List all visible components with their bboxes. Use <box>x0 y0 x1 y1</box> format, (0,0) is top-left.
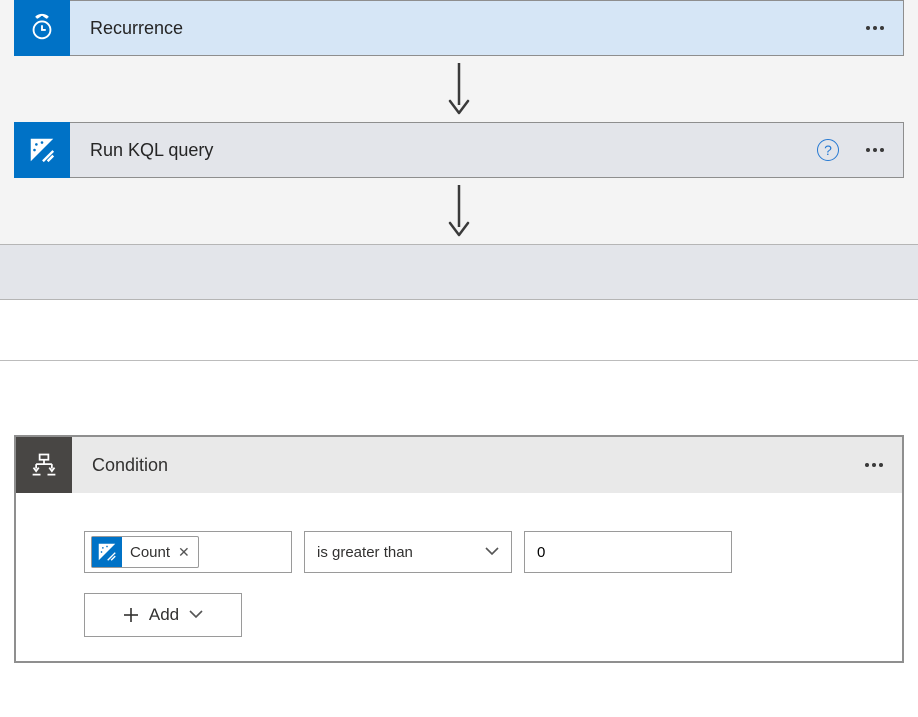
operator-value: is greater than <box>317 544 413 561</box>
step-title: Run KQL query <box>70 140 213 161</box>
azure-data-explorer-icon <box>14 122 70 178</box>
condition-card: Condition <box>14 435 904 663</box>
add-condition-button[interactable]: Add <box>84 593 242 637</box>
section-divider <box>0 360 918 361</box>
remove-token-button[interactable]: ✕ <box>178 544 190 561</box>
more-button[interactable] <box>861 14 889 42</box>
add-label: Add <box>149 605 179 625</box>
condition-title: Condition <box>72 455 168 476</box>
condition-header[interactable]: Condition <box>16 437 902 493</box>
more-button[interactable] <box>861 136 889 164</box>
plus-icon <box>123 607 139 623</box>
step-recurrence[interactable]: Recurrence <box>14 0 904 56</box>
condition-value-input[interactable] <box>524 531 732 573</box>
condition-icon <box>16 437 72 493</box>
condition-operator-dropdown[interactable]: is greater than <box>304 531 512 573</box>
chevron-down-icon <box>485 545 499 559</box>
step-run-kql-query[interactable]: Run KQL query ? <box>14 122 904 178</box>
condition-row: Count ✕ is greater than <box>84 531 902 573</box>
more-button[interactable] <box>860 451 888 479</box>
azure-data-explorer-icon <box>92 537 122 567</box>
dynamic-content-token: Count ✕ <box>91 536 199 568</box>
connector-arrow <box>0 56 918 122</box>
collapsed-step[interactable] <box>0 244 918 300</box>
step-title: Recurrence <box>70 18 183 39</box>
condition-left-operand[interactable]: Count ✕ <box>84 531 292 573</box>
help-icon[interactable]: ? <box>817 139 839 161</box>
clock-icon <box>14 0 70 56</box>
chevron-down-icon <box>189 608 203 622</box>
token-label: Count <box>130 544 170 561</box>
connector-arrow <box>0 178 918 244</box>
